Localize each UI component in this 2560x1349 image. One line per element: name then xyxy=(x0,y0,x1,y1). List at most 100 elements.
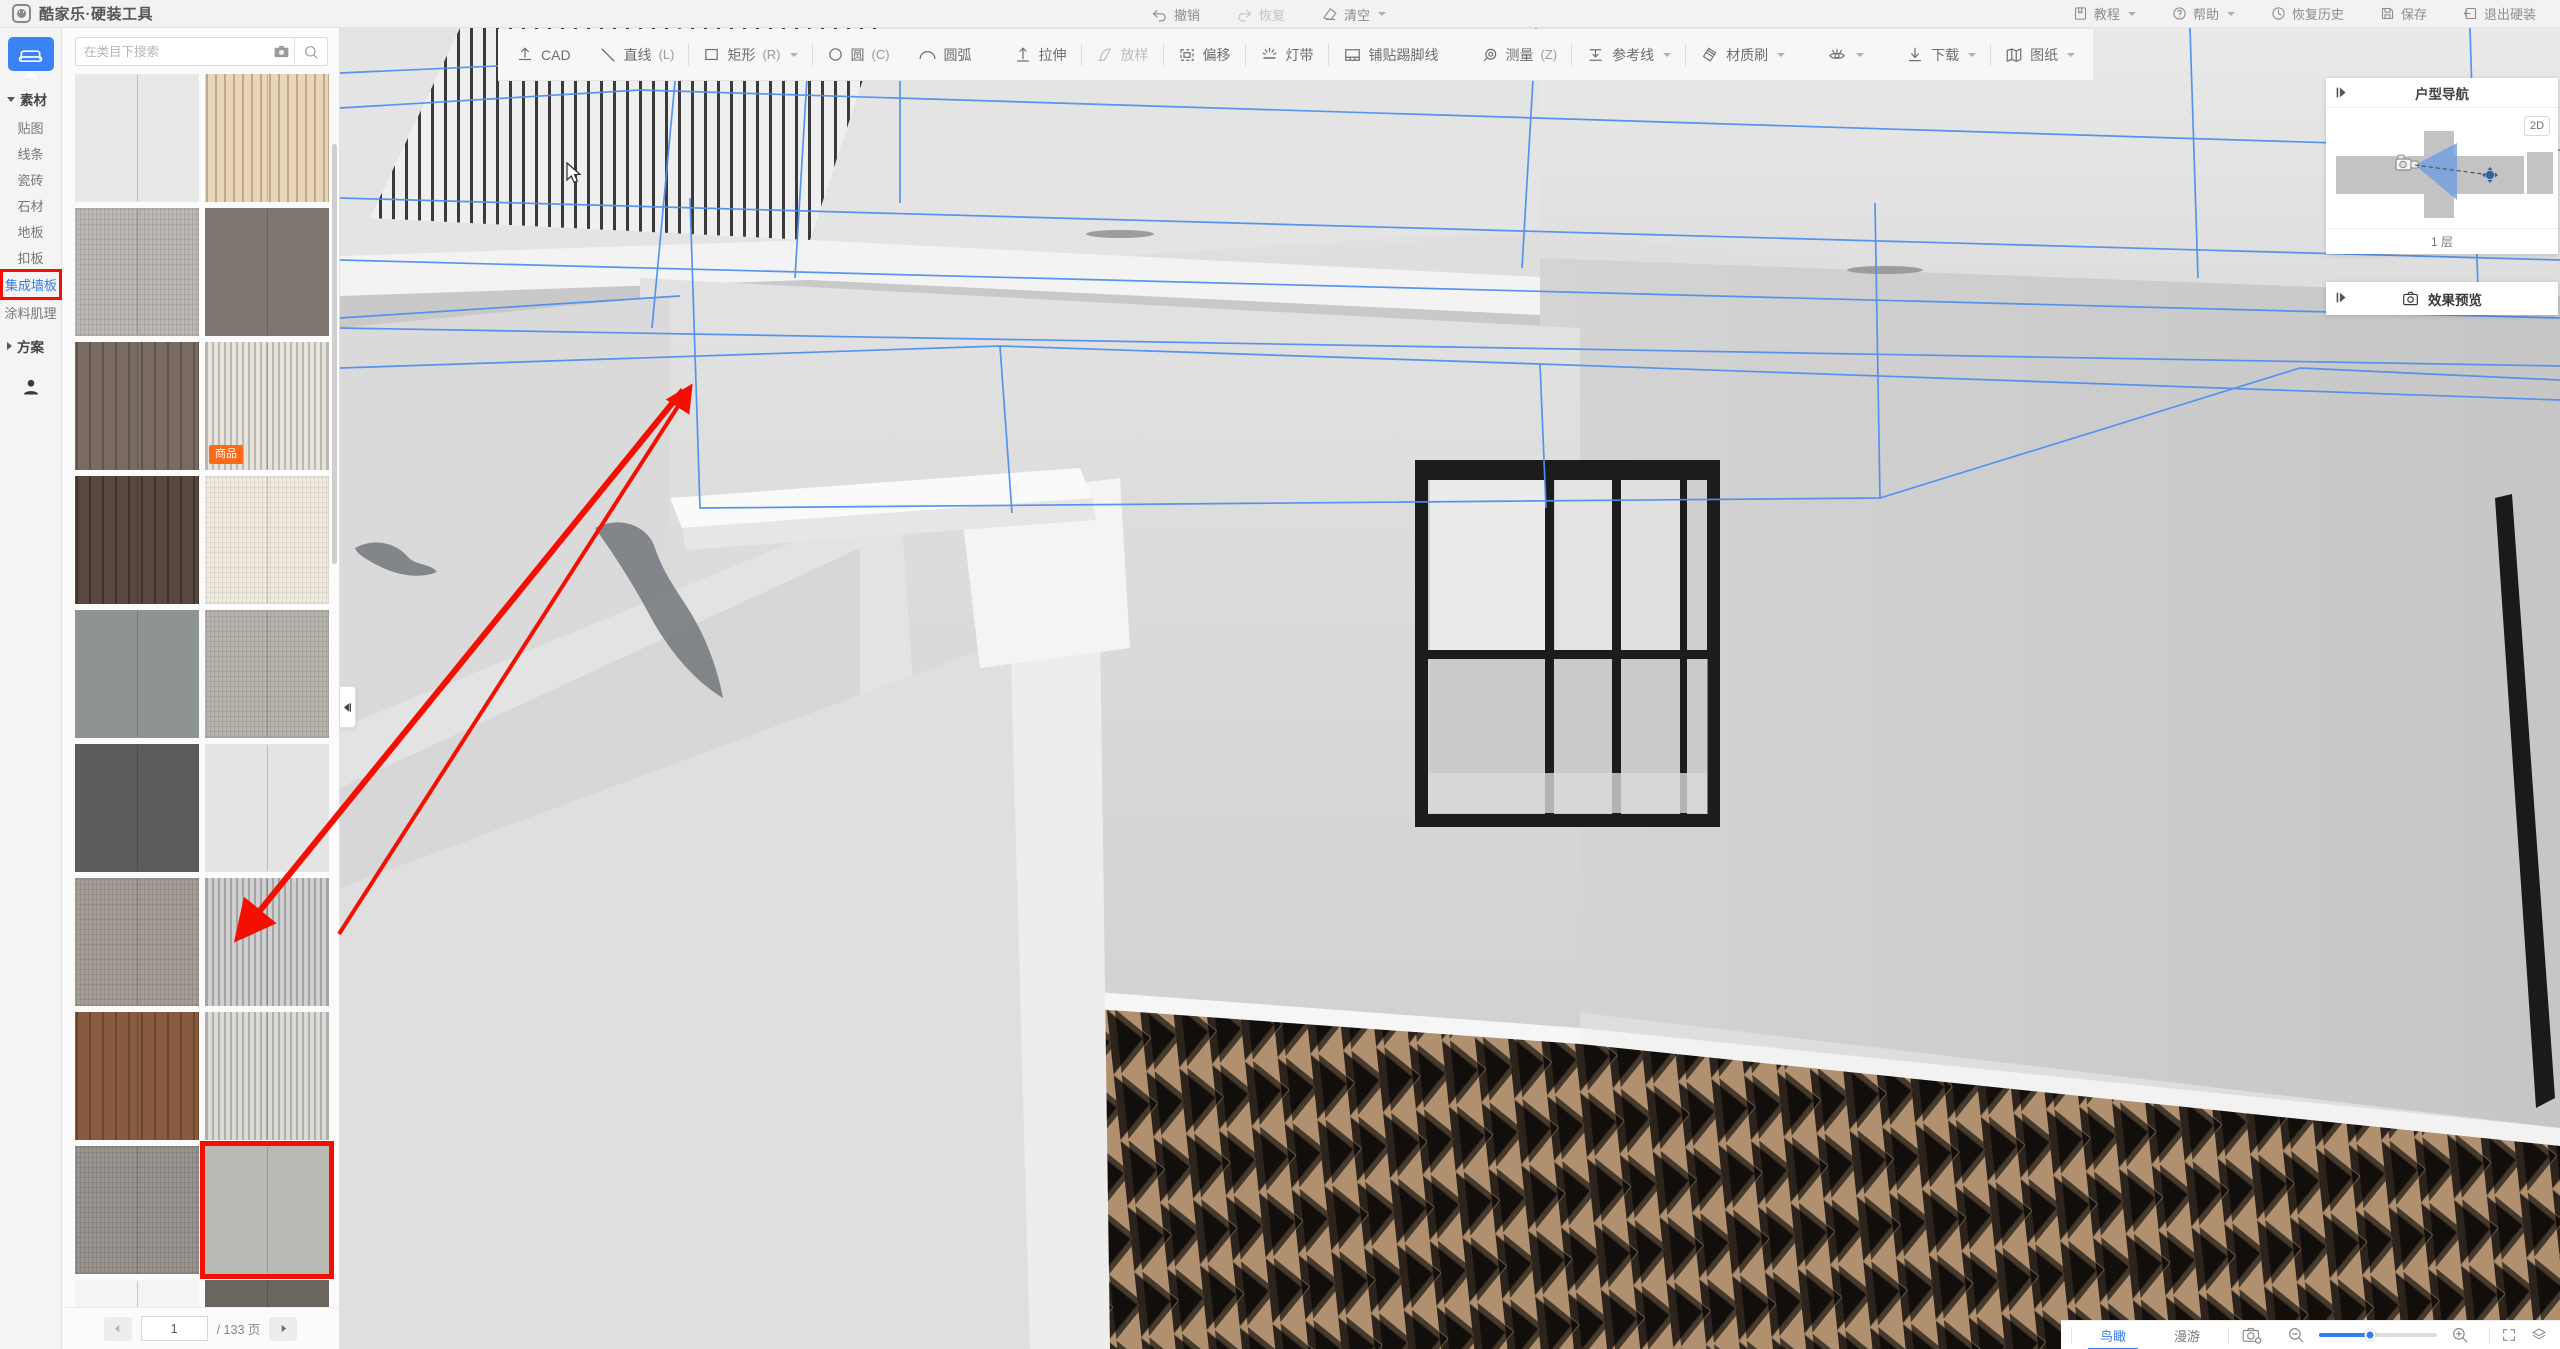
tool-rect[interactable]: 矩形 (R) xyxy=(689,29,811,81)
material-swatch[interactable] xyxy=(75,744,199,872)
rail-group-schemes[interactable]: 方案 xyxy=(0,333,61,359)
layers-button[interactable] xyxy=(2524,1327,2554,1343)
floorplan-nav-panel[interactable]: 户型导航 2D 1 层 xyxy=(2326,78,2558,254)
tool-baseboard[interactable]: 铺贴踢脚线 xyxy=(1329,29,1453,81)
material-swatch[interactable] xyxy=(205,878,329,1006)
panel-collapse-icon[interactable] xyxy=(2335,86,2348,102)
tool-arc[interactable]: 圆弧 xyxy=(904,29,986,81)
search-input[interactable] xyxy=(76,38,268,65)
bottom-divider xyxy=(2070,1326,2072,1344)
chevron-down-icon[interactable] xyxy=(1663,52,1672,57)
tool-guideline[interactable]: 参考线 xyxy=(1572,29,1685,81)
zoom-in-icon xyxy=(2453,1328,2468,1343)
zoom-control[interactable] xyxy=(2271,1326,2485,1344)
chevron-down-icon[interactable] xyxy=(1777,52,1786,57)
viewport-3d[interactable] xyxy=(340,28,2560,1349)
material-swatch[interactable] xyxy=(75,878,199,1006)
material-swatch[interactable] xyxy=(205,744,329,872)
clear-label: 清空 xyxy=(1344,7,1371,23)
material-grid-scrollbar[interactable] xyxy=(332,144,337,564)
zoom-slider-handle[interactable] xyxy=(2364,1329,2376,1341)
chevron-down-icon[interactable] xyxy=(1968,52,1977,57)
sidebar-item-flooring[interactable]: 地板 xyxy=(0,220,61,242)
sidebar-item-integrated-wallboard[interactable]: 集成墙板 xyxy=(3,272,59,297)
sidebar-item-panel[interactable]: 扣板 xyxy=(0,246,61,268)
material-grid[interactable]: 商品 xyxy=(62,74,339,1307)
sofa-icon-button[interactable] xyxy=(7,37,54,71)
material-swatch[interactable] xyxy=(75,1146,199,1274)
search-icon[interactable] xyxy=(295,44,327,60)
swatch-seam xyxy=(267,745,268,871)
account-button[interactable] xyxy=(0,377,61,397)
chevron-down-icon[interactable] xyxy=(789,52,798,57)
material-swatch[interactable]: 商品 xyxy=(205,342,329,470)
tool-offset[interactable]: 偏移 xyxy=(1164,29,1245,81)
swatch-seam xyxy=(137,1013,138,1139)
camera-search-icon[interactable] xyxy=(268,45,294,58)
prev-page-button[interactable] xyxy=(103,1316,132,1341)
view-mode-2d-button[interactable]: 2D xyxy=(2524,116,2550,136)
zoom-out-button[interactable] xyxy=(2281,1326,2311,1344)
restore-history-button[interactable]: 恢复历史 xyxy=(2253,0,2362,28)
material-swatch[interactable] xyxy=(75,1012,199,1140)
tool-download[interactable]: 下载 xyxy=(1892,29,1990,81)
exit-hardcover-button[interactable]: 退出硬装 xyxy=(2445,0,2560,28)
tool-loft[interactable]: 放样 xyxy=(1082,29,1163,81)
swatch-seam xyxy=(137,1281,138,1307)
tool-circle[interactable]: 圆 (C) xyxy=(813,29,904,81)
help-menu[interactable]: 帮助 xyxy=(2154,0,2253,28)
tutorial-menu[interactable]: 教程 xyxy=(2055,0,2154,28)
chevron-down-icon[interactable] xyxy=(2067,52,2076,57)
tool-material-brush[interactable]: 材质刷 xyxy=(1686,29,1799,81)
material-swatch[interactable] xyxy=(75,342,199,470)
tool-extrude[interactable]: 拉伸 xyxy=(1000,29,1081,81)
tool-measure[interactable]: 测量 (Z) xyxy=(1467,29,1572,81)
material-swatch[interactable] xyxy=(205,74,329,202)
main-toolbar: CAD 直线 (L) 矩形 (R) 圆 (C) 圆弧 拉伸 放样 偏移 灯带 铺… xyxy=(498,29,2094,81)
tool-circle-hint: (C) xyxy=(871,47,890,62)
tool-cad[interactable]: CAD xyxy=(502,29,585,81)
material-swatch[interactable] xyxy=(205,208,329,336)
floorplan-minimap[interactable]: 2D xyxy=(2326,108,2558,228)
material-swatch[interactable] xyxy=(205,610,329,738)
zoom-slider[interactable] xyxy=(2319,1329,2437,1341)
sidebar-item-paint-texture[interactable]: 涂料肌理 xyxy=(0,301,61,323)
sidebar-item-stone[interactable]: 石材 xyxy=(0,194,61,216)
tool-lightstrip[interactable]: 灯带 xyxy=(1246,29,1328,81)
undo-button[interactable]: 撤销 xyxy=(1133,0,1218,28)
tool-visibility[interactable] xyxy=(1813,29,1878,81)
next-page-button[interactable] xyxy=(269,1316,298,1341)
save-button[interactable]: 保存 xyxy=(2362,0,2445,28)
material-swatch[interactable] xyxy=(205,1280,329,1307)
clear-button[interactable]: 清空 xyxy=(1303,0,1404,28)
material-swatch[interactable] xyxy=(75,74,199,202)
redo-button[interactable]: 恢复 xyxy=(1218,0,1303,28)
sidebar-item-tile[interactable]: 瓷砖 xyxy=(0,168,61,190)
view-tab-roam[interactable]: 漫游 xyxy=(2150,1321,2224,1349)
swatch-seam xyxy=(137,343,138,469)
collapse-panel-button[interactable] xyxy=(340,686,356,728)
zoom-in-button[interactable] xyxy=(2445,1326,2475,1344)
sidebar-item-texture[interactable]: 贴图 xyxy=(0,116,61,138)
snapshot-button[interactable] xyxy=(2233,1327,2271,1344)
material-swatch[interactable] xyxy=(75,1280,199,1307)
material-swatch[interactable] xyxy=(205,1012,329,1140)
rail-category-list: 素材 贴图 线条 瓷砖 石材 地板 扣板 集成墙板 涂料肌理 方案 xyxy=(0,86,61,359)
material-swatch[interactable] xyxy=(205,1146,329,1274)
effect-preview-panel[interactable]: 效果预览 xyxy=(2326,282,2558,315)
sidebar-item-molding[interactable]: 线条 xyxy=(0,142,61,164)
page-input[interactable] xyxy=(140,1316,208,1341)
fullscreen-button[interactable] xyxy=(2494,1327,2524,1343)
tool-blueprint[interactable]: 图纸 xyxy=(1991,29,2089,81)
tool-line[interactable]: 直线 (L) xyxy=(585,29,689,81)
panel-collapse-icon[interactable] xyxy=(2335,291,2348,307)
material-swatch[interactable] xyxy=(75,476,199,604)
material-swatch[interactable] xyxy=(75,610,199,738)
chevron-down-icon[interactable] xyxy=(1856,52,1865,57)
search-box[interactable] xyxy=(75,37,328,66)
rail-group-materials[interactable]: 素材 xyxy=(0,86,61,112)
material-swatch[interactable] xyxy=(75,208,199,336)
bottom-divider xyxy=(2228,1326,2229,1344)
view-tab-birdseye[interactable]: 鸟瞰 xyxy=(2076,1321,2150,1349)
material-swatch[interactable] xyxy=(205,476,329,604)
